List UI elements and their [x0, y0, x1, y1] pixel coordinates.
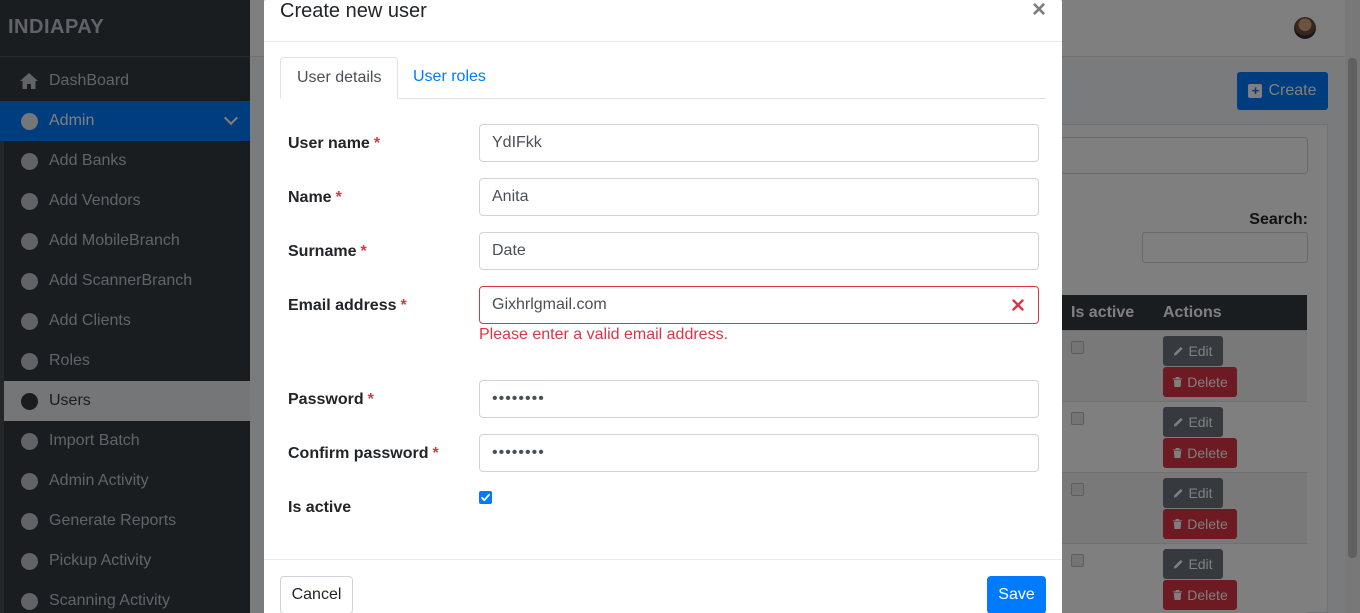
- modal-title: Create new user: [280, 0, 427, 22]
- email-error-message: Please enter a valid email address.: [479, 326, 729, 343]
- is-active-label: Is active: [288, 499, 352, 516]
- check-icon: [481, 493, 490, 502]
- tab-user-roles[interactable]: User roles: [397, 57, 502, 99]
- required-marker: *: [432, 445, 439, 462]
- confirm-password-field[interactable]: ••••••••: [479, 434, 1039, 472]
- modal-header: Create new user ×: [264, 0, 1062, 42]
- required-marker: *: [373, 135, 381, 152]
- email-label: Email address *: [288, 297, 407, 314]
- is-active-checkbox[interactable]: [479, 491, 492, 504]
- modal-tabs: User details User roles: [280, 57, 1046, 99]
- password-label: Password *: [288, 391, 374, 408]
- surname-label: Surname *: [288, 243, 367, 260]
- required-marker: *: [335, 189, 342, 206]
- save-button[interactable]: Save: [987, 576, 1046, 613]
- password-field[interactable]: ••••••••: [479, 380, 1039, 418]
- username-label: User name *: [288, 135, 381, 152]
- username-field[interactable]: YdIFkk: [479, 124, 1039, 162]
- tab-user-details[interactable]: User details: [280, 57, 399, 99]
- modal-footer: Cancel Save: [264, 559, 1062, 613]
- close-icon[interactable]: ×: [1032, 0, 1046, 22]
- required-marker: *: [360, 243, 367, 260]
- confirm-password-label: Confirm password *: [288, 445, 439, 462]
- name-field[interactable]: Anita: [479, 178, 1039, 216]
- invalid-x-icon: [1012, 299, 1024, 311]
- required-marker: *: [400, 297, 407, 314]
- email-field-value: Gixhrlgmail.com: [492, 296, 607, 313]
- cancel-button[interactable]: Cancel: [280, 576, 353, 613]
- email-field[interactable]: Gixhrlgmail.com: [479, 286, 1039, 324]
- required-marker: *: [367, 391, 374, 408]
- create-user-modal: Create new user × User details User role…: [264, 0, 1062, 613]
- name-label: Name *: [288, 189, 342, 206]
- surname-field[interactable]: Date: [479, 232, 1039, 270]
